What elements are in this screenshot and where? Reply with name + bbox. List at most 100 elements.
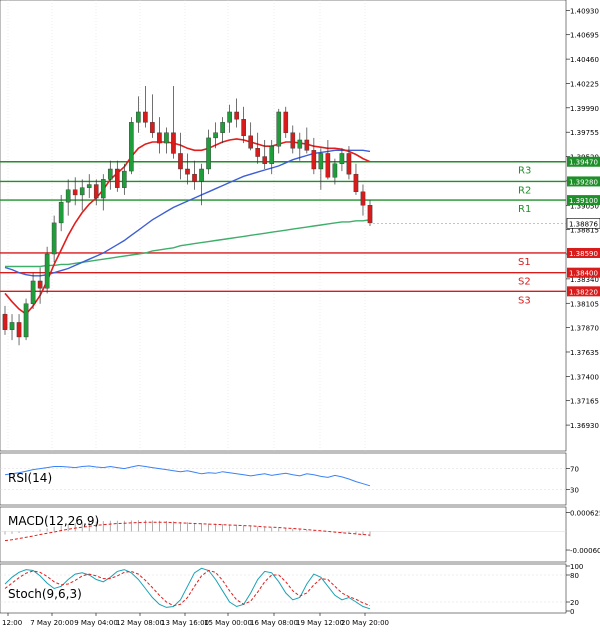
x-tick-label: 20 May 20:00 [341,619,389,627]
level-name-s1: S1 [518,257,531,268]
candle-body [30,280,36,304]
rsi-title: RSI(14) [8,471,52,485]
level-price-label-s1: 1.38590 [569,250,598,258]
candle-body [353,173,359,193]
candle-body [72,189,78,196]
candle-body [37,280,43,289]
candle-body [290,132,296,149]
price-tick-label: 1.40930 [570,7,599,15]
candle-body [332,163,338,178]
chart-canvas: 1.40930 1.40695 1.40460 1.40225 1.39990 1.397… [0,0,600,627]
x-tick-label: 9 May 04:00 [74,619,118,627]
x-tick-label: 12:00 [2,619,22,627]
rsi-tick-label: 70 [570,466,579,474]
level-name-r2: R2 [518,185,531,196]
candle-body [178,153,183,170]
level-price-label-r1: 1.39100 [569,197,598,205]
candle-body [339,153,345,165]
candle-body [192,173,197,182]
candle-body [23,303,29,338]
level-price-label-r3: 1.39470 [569,159,598,167]
x-tick-label: 16 May 08:00 [250,619,298,627]
stoch-tick-label: 20 [570,599,579,607]
level-name-s2: S2 [518,277,531,288]
candle-body [255,148,260,157]
candle-body [58,201,64,224]
candle-body [311,150,317,170]
candle-body [269,145,275,165]
time-axis: 12:00 7 May 20:00 9 May 04:0012 May 08:001… [2,613,389,627]
candle-body [100,179,106,199]
candle-body [65,189,71,203]
x-tick-label: 12 May 08:00 [116,619,164,627]
candle-body [143,111,148,123]
candle-body [262,156,268,165]
price-tick-label: 1.37165 [570,398,599,406]
price-tick-label: 1.38105 [570,300,599,308]
price-tick-label: 1.39755 [570,129,599,137]
candle-body [9,322,15,330]
candle-body [346,153,352,175]
price-tick-label: 1.40695 [570,32,599,40]
x-tick-label: 15 May 00:00 [204,619,252,627]
macd-y-axis: 0.000625 -0.000608 [566,509,600,555]
macd-tick-label: 0.000625 [570,509,600,517]
price-tick-label: 1.37400 [570,373,599,381]
candle-body [227,111,232,123]
price-tick-label: 1.37870 [570,325,599,333]
candle-body [234,111,239,120]
candle-body [115,168,120,188]
price-tick-label: 1.36930 [570,422,599,430]
candle-body [297,139,303,149]
stoch-tick-label: 80 [570,572,579,580]
candle-body [44,253,50,289]
stoch-title: Stoch(9,6,3) [8,587,82,601]
candle-body [360,191,366,206]
candle-body [248,135,253,149]
candle-body [157,132,162,144]
candle-body [241,119,246,137]
stoch-panel: 10080 200 Stoch(9,6,3) [0,563,583,616]
level-name-s3: S3 [518,295,531,306]
level-price-label-s3: 1.38220 [569,288,598,296]
candle-body [276,111,282,147]
price-panel: 1.40930 1.40695 1.40460 1.40225 1.39990 1.397… [0,0,600,452]
candle-body [93,184,99,199]
macd-panel: 0.000625 -0.000608 MACD(12,26,9) [0,506,600,563]
level-price-label-s2: 1.38400 [569,270,598,278]
macd-title: MACD(12,26,9) [8,514,99,528]
candle-body [220,122,225,133]
candle-body [213,132,218,139]
candle-body [107,168,113,180]
price-panel-frame [0,0,567,452]
candle-body [16,322,22,338]
candle-body [51,222,57,255]
level-price-label-r2: 1.39280 [569,178,598,186]
candle-body [86,184,92,188]
current-price-label: 1.38876 [569,220,598,228]
candle-body [206,137,211,170]
rsi-y-axis: 70 30 [566,466,579,494]
candle-body [185,168,190,175]
candle-body [304,139,310,151]
candle-body [136,111,141,123]
macd-tick-label: -0.000608 [570,547,600,555]
candle-body [325,153,331,178]
rsi-tick-label: 30 [570,486,579,494]
candle-body [122,170,127,188]
candle-body [283,111,289,133]
candle-body [367,205,373,224]
stoch-tick-label: 100 [570,563,583,571]
candle-body [318,153,324,170]
candle-body [171,132,176,154]
rsi-panel-frame [0,452,567,506]
price-tick-label: 1.40460 [570,56,599,64]
level-name-r3: R3 [518,166,531,177]
x-tick-label: 19 May 12:00 [296,619,344,627]
level-name-r1: R1 [518,204,531,215]
candle-body [164,132,169,144]
price-tick-label: 1.37635 [570,349,599,357]
candle-body [79,187,85,196]
rsi-panel: 70 30 RSI(14) [0,452,579,506]
price-tick-label: 1.39990 [570,105,599,113]
